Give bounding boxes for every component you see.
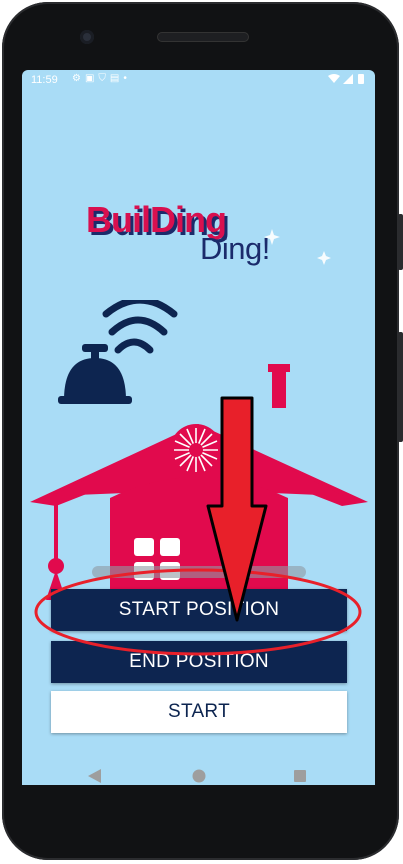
signal-icon <box>343 74 353 84</box>
battery-icon <box>358 74 364 84</box>
house-illustration <box>30 300 368 600</box>
logo-word-ding: Ding! <box>200 231 270 266</box>
recents-icon[interactable] <box>285 767 315 785</box>
home-icon[interactable] <box>184 767 214 785</box>
sparkle-icon <box>264 229 331 265</box>
status-left-icons: ⚙▣⛉▤• <box>72 73 131 84</box>
sim-icon: ▤ <box>109 73 124 84</box>
media-icon: ▣ <box>84 73 99 84</box>
volume-button[interactable] <box>398 214 403 270</box>
sunburst-icon <box>170 424 222 476</box>
start-button[interactable]: START <box>51 691 347 733</box>
wifi-waves-icon <box>102 300 178 354</box>
status-right-icons <box>327 73 367 88</box>
end-position-button[interactable]: END POSITION <box>51 641 347 683</box>
navigation-bar <box>22 748 375 804</box>
wifi-icon <box>328 74 340 83</box>
back-icon[interactable] <box>80 767 110 785</box>
gear-icon: ⚙ <box>72 73 85 84</box>
bell-icon <box>58 344 132 404</box>
earpiece-speaker <box>157 32 249 42</box>
chimney <box>272 368 286 408</box>
start-position-button[interactable]: START POSITION <box>51 589 347 631</box>
power-button[interactable] <box>398 332 403 442</box>
tassel-icon <box>46 504 66 600</box>
dot-icon: • <box>123 73 131 84</box>
status-bar: 11:59 ⚙▣⛉▤• <box>22 70 375 92</box>
app-screen: 11:59 ⚙▣⛉▤• BuilDing Ding! START POSITIO… <box>22 70 375 785</box>
app-logo: BuilDing Ding! <box>82 195 342 275</box>
status-time: 11:59 <box>31 74 58 86</box>
shield-icon: ⛉ <box>98 73 110 84</box>
front-camera <box>80 30 94 44</box>
